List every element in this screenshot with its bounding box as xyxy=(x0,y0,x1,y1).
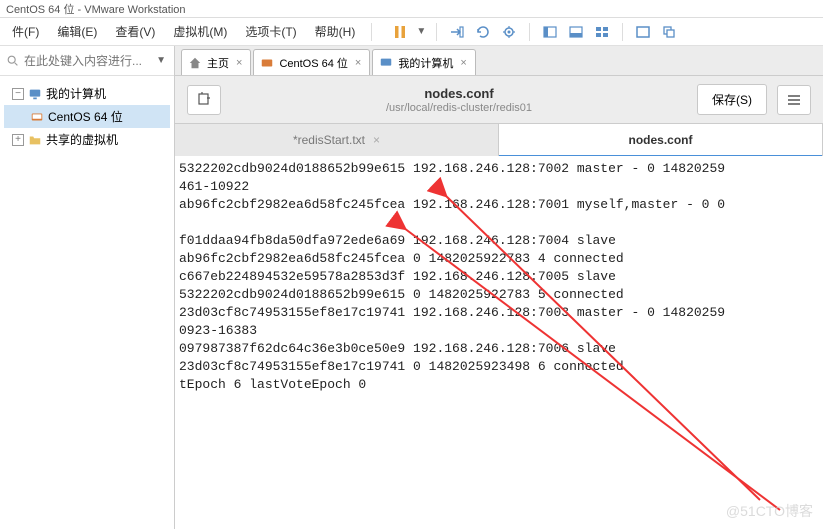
file-path: /usr/local/redis-cluster/redis01 xyxy=(231,102,687,114)
pin-button[interactable] xyxy=(187,85,221,115)
menu-vm[interactable]: 虚拟机(M) xyxy=(165,19,235,44)
tab-my-computer[interactable]: 我的计算机 × xyxy=(372,49,475,75)
close-icon[interactable]: × xyxy=(234,57,244,69)
tree-label: 我的计算机 xyxy=(46,85,106,102)
vm-tree: − 我的计算机 CentOS 64 位 + 共享的虚拟机 xyxy=(0,76,174,157)
collapse-icon[interactable]: − xyxy=(12,88,24,100)
tab-home[interactable]: 主页 × xyxy=(181,49,251,75)
save-button[interactable]: 保存(S) xyxy=(697,84,767,115)
layout-side-icon[interactable] xyxy=(538,21,562,43)
divider xyxy=(371,23,372,41)
file-name: nodes.conf xyxy=(231,86,687,101)
vm-icon xyxy=(260,56,274,70)
content-area: 主页 × CentOS 64 位 × 我的计算机 × nodes.conf /u… xyxy=(175,46,823,529)
close-icon[interactable]: × xyxy=(353,57,363,69)
file-info: nodes.conf /usr/local/redis-cluster/redi… xyxy=(231,86,687,114)
document-tabs: 主页 × CentOS 64 位 × 我的计算机 × xyxy=(175,46,823,76)
folder-share-icon xyxy=(28,133,42,147)
file-tab-nodes[interactable]: nodes.conf xyxy=(499,124,823,156)
sidebar: ▼ − 我的计算机 CentOS 64 位 + 共享的虚拟机 xyxy=(0,46,175,529)
toolbar: ▼ xyxy=(388,21,681,43)
pause-icon[interactable] xyxy=(388,21,412,43)
file-tab-label: nodes.conf xyxy=(628,133,692,147)
divider xyxy=(436,23,437,41)
pin-icon xyxy=(196,92,212,108)
tree-label: 共享的虚拟机 xyxy=(46,131,118,148)
expand-icon[interactable]: ▼ xyxy=(154,55,168,66)
menu-file[interactable]: 件(F) xyxy=(4,19,47,44)
layout-grid-icon[interactable] xyxy=(590,21,614,43)
divider xyxy=(529,23,530,41)
file-tabs: *redisStart.txt × nodes.conf xyxy=(175,124,823,156)
tab-centos[interactable]: CentOS 64 位 × xyxy=(253,49,370,75)
text-editor[interactable]: 5322202cdb9024d0188652b99e615 192.168.24… xyxy=(175,156,823,529)
monitor-icon xyxy=(28,87,42,101)
monitor-icon xyxy=(379,56,393,70)
search-icon xyxy=(6,54,20,68)
editor-header: nodes.conf /usr/local/redis-cluster/redi… xyxy=(175,76,823,124)
tree-item-my-computer[interactable]: − 我的计算机 xyxy=(4,82,170,105)
file-tab-label: *redisStart.txt xyxy=(293,133,365,147)
divider xyxy=(622,23,623,41)
search-input[interactable] xyxy=(24,54,150,68)
window-title: CentOS 64 位 - VMware Workstation xyxy=(6,1,186,17)
layout-bottom-icon[interactable] xyxy=(564,21,588,43)
menu-view[interactable]: 查看(V) xyxy=(107,19,163,44)
tab-label: 主页 xyxy=(207,55,229,71)
menu-bar: 件(F) 编辑(E) 查看(V) 虚拟机(M) 选项卡(T) 帮助(H) ▼ xyxy=(0,18,823,46)
title-bar: CentOS 64 位 - VMware Workstation xyxy=(0,0,823,18)
snapshot-icon[interactable] xyxy=(497,21,521,43)
vm-icon xyxy=(30,110,44,124)
watermark: @51CTO博客 xyxy=(726,501,813,521)
close-icon[interactable]: × xyxy=(373,133,380,147)
tree-item-centos[interactable]: CentOS 64 位 xyxy=(4,105,170,128)
home-icon xyxy=(188,56,202,70)
dropdown-icon[interactable]: ▼ xyxy=(414,26,428,37)
menu-help[interactable]: 帮助(H) xyxy=(307,19,364,44)
file-tab-redisstart[interactable]: *redisStart.txt × xyxy=(175,124,499,156)
hamburger-button[interactable] xyxy=(777,85,811,115)
fullscreen-icon[interactable] xyxy=(631,21,655,43)
sidebar-search: ▼ xyxy=(0,46,174,76)
close-icon[interactable]: × xyxy=(458,57,468,69)
menu-edit[interactable]: 编辑(E) xyxy=(49,19,105,44)
cycle-icon[interactable] xyxy=(471,21,495,43)
hamburger-icon xyxy=(786,92,802,108)
tab-label: 我的计算机 xyxy=(398,55,453,71)
tree-label: CentOS 64 位 xyxy=(48,108,123,125)
menu-tabs[interactable]: 选项卡(T) xyxy=(237,19,304,44)
expand-icon[interactable]: + xyxy=(12,134,24,146)
tree-item-shared[interactable]: + 共享的虚拟机 xyxy=(4,128,170,151)
tab-label: CentOS 64 位 xyxy=(279,55,347,71)
unity-icon[interactable] xyxy=(657,21,681,43)
send-icon[interactable] xyxy=(445,21,469,43)
